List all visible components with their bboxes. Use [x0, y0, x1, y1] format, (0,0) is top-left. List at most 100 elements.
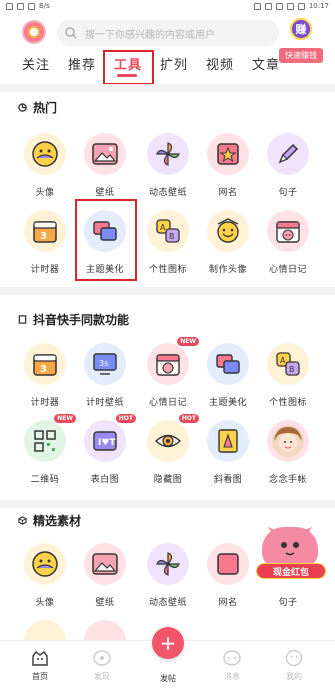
girl-avatar-icon — [272, 425, 304, 457]
tool-custom-icon[interactable]: AB 个性图标 — [258, 343, 318, 415]
tool-make-avatar[interactable]: 制作头像 — [198, 210, 258, 282]
calendar-3-icon: 3 — [33, 221, 57, 243]
theme-layers-icon — [216, 354, 240, 374]
svg-text:I♥T: I♥T — [98, 438, 116, 448]
earn-money-button[interactable]: 快速赚钱 — [279, 48, 323, 63]
theme-highlight-box — [75, 199, 137, 281]
section-title-select: 精选素材 — [18, 512, 81, 529]
tool-mood-diary[interactable]: NEW 心情日记 — [138, 337, 199, 415]
bookmark-icon — [18, 315, 27, 324]
bottom-navigation: 首页 发现 + 发帖 消息 我的 — [0, 627, 335, 689]
tool-journal[interactable]: 念念手帐 — [258, 420, 318, 492]
pig-calendar-icon — [276, 221, 300, 243]
calendar-3-icon: 3 — [33, 354, 57, 376]
ab-icon: AB — [276, 352, 300, 376]
tool-live-wallpaper[interactable]: 动态壁纸 — [138, 133, 198, 205]
new-badge: NEW — [177, 337, 199, 346]
status-bar: B/s 10:17 — [0, 0, 335, 14]
tab-follow[interactable]: 关注 — [22, 54, 50, 73]
svg-text:3: 3 — [40, 231, 47, 242]
tool-avatar[interactable]: 头像 — [15, 133, 75, 205]
wifi-icon — [275, 2, 283, 10]
discover-icon — [93, 650, 111, 666]
new-badge: NEW — [54, 414, 76, 423]
pig-calendar-icon — [156, 354, 180, 376]
notification-icon — [17, 2, 24, 10]
svg-text:3s: 3s — [99, 359, 108, 368]
search-icon — [65, 27, 77, 39]
avatar-face-icon — [32, 551, 58, 577]
section-title-hot: 热门 — [18, 99, 57, 116]
tab-expand[interactable]: 扩列 — [160, 54, 188, 73]
section-divider — [0, 287, 335, 295]
mute-icon — [264, 2, 272, 10]
tab-article[interactable]: 文章 — [252, 54, 280, 73]
hot-badge: HOT — [178, 414, 199, 423]
svg-text:A: A — [280, 356, 286, 365]
network-speed: B/s — [39, 2, 50, 10]
message-icon — [223, 650, 241, 666]
pie-chart-icon — [18, 103, 27, 112]
notification-icon — [28, 2, 35, 10]
tab-highlight-box — [103, 50, 154, 85]
tool-confession-image[interactable]: I♥T HOT 表白图 — [75, 414, 136, 492]
notification-icon — [6, 2, 13, 10]
nav-mine[interactable]: 我的 — [274, 649, 314, 682]
home-mascot-icon — [32, 651, 48, 666]
tool-sentence[interactable]: 句子 — [258, 133, 318, 205]
clock: 10:17 — [308, 2, 329, 10]
ab-icon: AB — [156, 219, 180, 243]
tool-theme[interactable]: 主题美化 — [198, 343, 258, 415]
app-logo-icon[interactable] — [22, 20, 46, 44]
earn-icon[interactable]: 赚 — [290, 18, 312, 40]
nav-discover[interactable]: 发现 — [82, 649, 122, 682]
monitor-icon: 3s — [93, 353, 117, 375]
tool-mood-diary[interactable]: 心情日记 — [258, 210, 318, 282]
material-nickname[interactable]: 网名 — [198, 543, 258, 615]
name-tag-icon — [217, 553, 239, 575]
tool-wallpaper[interactable]: 壁纸 — [75, 133, 135, 205]
pencil-icon — [278, 143, 299, 164]
tab-video[interactable]: 视频 — [206, 54, 234, 73]
post-plus-button[interactable]: + — [152, 627, 184, 659]
profile-icon — [285, 649, 303, 667]
image-icon — [92, 553, 118, 575]
cube-icon — [18, 516, 27, 525]
pinwheel-icon — [156, 142, 180, 166]
battery-icon — [297, 2, 305, 10]
nav-post-label: 发帖 — [160, 674, 176, 683]
svg-text:3: 3 — [40, 364, 47, 375]
tool-qrcode[interactable]: NEW 二维码 — [15, 414, 76, 492]
image-icon — [92, 143, 118, 165]
hot-badge: HOT — [115, 414, 136, 423]
material-live-wallpaper[interactable]: 动态壁纸 — [138, 543, 198, 615]
love-letter-icon: I♥T — [93, 431, 117, 451]
tool-timer-wallpaper[interactable]: 3s 计时壁纸 — [75, 343, 135, 415]
search-placeholder: 搜一下你感兴趣的内容或用户 — [85, 29, 215, 41]
nfc-icon — [253, 2, 261, 10]
tool-timer[interactable]: 3 计时器 — [15, 210, 75, 282]
section-divider — [0, 84, 335, 92]
nav-home[interactable]: 首页 — [20, 649, 60, 682]
tab-recommend[interactable]: 推荐 — [68, 54, 96, 73]
cash-redpacket-button[interactable]: 现金红包 — [256, 525, 326, 585]
svg-text:B: B — [289, 365, 295, 374]
qrcode-icon — [34, 430, 56, 452]
section-title-douyin: 抖音快手同款功能 — [18, 311, 129, 328]
name-tag-icon — [217, 143, 239, 165]
tool-tilt-image[interactable]: 斜看图 — [198, 420, 258, 492]
material-wallpaper[interactable]: 壁纸 — [75, 543, 135, 615]
smile-avatar-icon — [217, 218, 239, 243]
tool-nickname[interactable]: 网名 — [198, 133, 258, 205]
svg-text:A: A — [160, 223, 166, 232]
signal-icon — [286, 2, 294, 10]
tool-timer[interactable]: 3 计时器 — [15, 343, 75, 415]
nav-message[interactable]: 消息 — [212, 649, 252, 682]
section-divider — [0, 500, 335, 508]
tool-custom-icon[interactable]: AB 个性图标 — [138, 210, 198, 282]
tilt-image-icon — [218, 429, 238, 453]
material-avatar[interactable]: 头像 — [15, 543, 75, 615]
svg-text:B: B — [169, 232, 175, 241]
tool-hidden-image[interactable]: HOT 隐藏图 — [138, 414, 199, 492]
search-input[interactable]: 搜一下你感兴趣的内容或用户 — [57, 20, 279, 46]
